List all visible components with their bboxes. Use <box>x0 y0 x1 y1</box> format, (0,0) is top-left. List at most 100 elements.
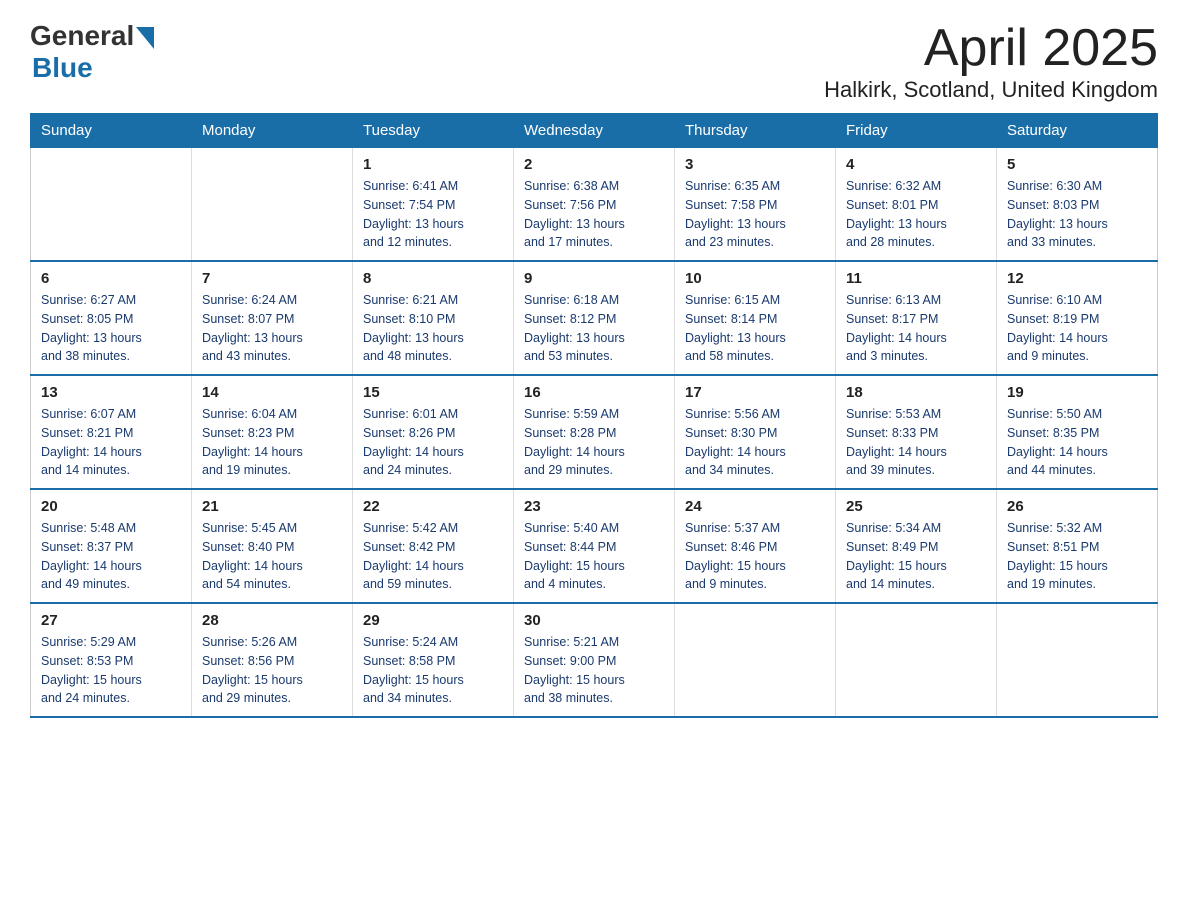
day-number: 30 <box>524 612 664 629</box>
day-number: 16 <box>524 384 664 401</box>
calendar-cell: 5 Sunrise: 6:30 AM Sunset: 8:03 PM Daylig… <box>997 148 1158 262</box>
calendar-cell: 6 Sunrise: 6:27 AM Sunset: 8:05 PM Daylig… <box>31 261 192 375</box>
calendar-cell: 11 Sunrise: 6:13 AM Sunset: 8:17 PM Dayli… <box>836 261 997 375</box>
calendar-cell: 27Sunrise: 5:29 AM Sunset: 8:53 PM Dayli… <box>31 603 192 717</box>
calendar-cell: 25 Sunrise: 5:34 AM Sunset: 8:49 PM Dayli… <box>836 489 997 603</box>
calendar-cell: 22Sunrise: 5:42 AM Sunset: 8:42 PM Dayli… <box>353 489 514 603</box>
calendar-cell: 24Sunrise: 5:37 AM Sunset: 8:46 PM Dayli… <box>675 489 836 603</box>
day-number: 15 <box>363 384 503 401</box>
day-number: 4 <box>846 156 986 173</box>
day-number: 11 <box>846 270 986 287</box>
day-number: 14 <box>202 384 342 401</box>
calendar-cell: 29Sunrise: 5:24 AM Sunset: 8:58 PM Dayli… <box>353 603 514 717</box>
day-number: 7 <box>202 270 342 287</box>
day-info: Sunrise: 5:56 AM Sunset: 8:30 PM Dayligh… <box>685 405 825 480</box>
header-monday: Monday <box>192 114 353 148</box>
day-info: Sunrise: 5:26 AM Sunset: 8:56 PM Dayligh… <box>202 633 342 708</box>
day-info: Sunrise: 6:32 AM Sunset: 8:01 PM Dayligh… <box>846 177 986 252</box>
day-info: Sunrise: 5:34 AM Sunset: 8:49 PM Dayligh… <box>846 519 986 594</box>
day-number: 9 <box>524 270 664 287</box>
day-info: Sunrise: 6:35 AM Sunset: 7:58 PM Dayligh… <box>685 177 825 252</box>
calendar-week-row: 6 Sunrise: 6:27 AM Sunset: 8:05 PM Daylig… <box>31 261 1158 375</box>
calendar-cell: 10 Sunrise: 6:15 AM Sunset: 8:14 PM Dayli… <box>675 261 836 375</box>
day-info: Sunrise: 5:32 AM Sunset: 8:51 PM Dayligh… <box>1007 519 1147 594</box>
calendar-subtitle: Halkirk, Scotland, United Kingdom <box>824 77 1158 103</box>
day-info: Sunrise: 6:04 AM Sunset: 8:23 PM Dayligh… <box>202 405 342 480</box>
calendar-cell: 13 Sunrise: 6:07 AM Sunset: 8:21 PM Dayli… <box>31 375 192 489</box>
calendar-cell: 16 Sunrise: 5:59 AM Sunset: 8:28 PM Dayli… <box>514 375 675 489</box>
day-number: 12 <box>1007 270 1147 287</box>
day-number: 20 <box>41 498 181 515</box>
day-info: Sunrise: 5:40 AM Sunset: 8:44 PM Dayligh… <box>524 519 664 594</box>
calendar-cell: 18 Sunrise: 5:53 AM Sunset: 8:33 PM Dayli… <box>836 375 997 489</box>
day-info: Sunrise: 6:41 AM Sunset: 7:54 PM Dayligh… <box>363 177 503 252</box>
calendar-cell: 7 Sunrise: 6:24 AM Sunset: 8:07 PM Daylig… <box>192 261 353 375</box>
day-number: 6 <box>41 270 181 287</box>
day-info: Sunrise: 6:30 AM Sunset: 8:03 PM Dayligh… <box>1007 177 1147 252</box>
calendar-cell: 9 Sunrise: 6:18 AM Sunset: 8:12 PM Daylig… <box>514 261 675 375</box>
calendar-cell: 4 Sunrise: 6:32 AM Sunset: 8:01 PM Daylig… <box>836 148 997 262</box>
day-number: 1 <box>363 156 503 173</box>
calendar-cell: 15 Sunrise: 6:01 AM Sunset: 8:26 PM Dayli… <box>353 375 514 489</box>
day-number: 17 <box>685 384 825 401</box>
day-info: Sunrise: 5:45 AM Sunset: 8:40 PM Dayligh… <box>202 519 342 594</box>
day-info: Sunrise: 6:13 AM Sunset: 8:17 PM Dayligh… <box>846 291 986 366</box>
calendar-cell: 2 Sunrise: 6:38 AM Sunset: 7:56 PM Daylig… <box>514 148 675 262</box>
calendar-cell: 3 Sunrise: 6:35 AM Sunset: 7:58 PM Daylig… <box>675 148 836 262</box>
day-info: Sunrise: 5:24 AM Sunset: 8:58 PM Dayligh… <box>363 633 503 708</box>
day-number: 5 <box>1007 156 1147 173</box>
calendar-cell: 20 Sunrise: 5:48 AM Sunset: 8:37 PM Dayli… <box>31 489 192 603</box>
day-number: 23 <box>524 498 664 515</box>
header-friday: Friday <box>836 114 997 148</box>
header-sunday: Sunday <box>31 114 192 148</box>
logo-arrow-icon <box>136 27 154 49</box>
calendar-cell: 8Sunrise: 6:21 AM Sunset: 8:10 PM Daylig… <box>353 261 514 375</box>
calendar-week-row: 13 Sunrise: 6:07 AM Sunset: 8:21 PM Dayli… <box>31 375 1158 489</box>
header-thursday: Thursday <box>675 114 836 148</box>
header-wednesday: Wednesday <box>514 114 675 148</box>
calendar-cell <box>31 148 192 262</box>
day-number: 21 <box>202 498 342 515</box>
day-number: 26 <box>1007 498 1147 515</box>
day-info: Sunrise: 5:48 AM Sunset: 8:37 PM Dayligh… <box>41 519 181 594</box>
calendar-cell: 19Sunrise: 5:50 AM Sunset: 8:35 PM Dayli… <box>997 375 1158 489</box>
day-info: Sunrise: 6:01 AM Sunset: 8:26 PM Dayligh… <box>363 405 503 480</box>
day-info: Sunrise: 6:38 AM Sunset: 7:56 PM Dayligh… <box>524 177 664 252</box>
calendar-cell: 30Sunrise: 5:21 AM Sunset: 9:00 PM Dayli… <box>514 603 675 717</box>
day-info: Sunrise: 6:24 AM Sunset: 8:07 PM Dayligh… <box>202 291 342 366</box>
calendar-cell: 26 Sunrise: 5:32 AM Sunset: 8:51 PM Dayli… <box>997 489 1158 603</box>
day-number: 28 <box>202 612 342 629</box>
day-number: 2 <box>524 156 664 173</box>
calendar-week-row: 1 Sunrise: 6:41 AM Sunset: 7:54 PM Daylig… <box>31 148 1158 262</box>
header-tuesday: Tuesday <box>353 114 514 148</box>
day-number: 25 <box>846 498 986 515</box>
day-number: 18 <box>846 384 986 401</box>
day-info: Sunrise: 5:53 AM Sunset: 8:33 PM Dayligh… <box>846 405 986 480</box>
day-info: Sunrise: 6:18 AM Sunset: 8:12 PM Dayligh… <box>524 291 664 366</box>
day-number: 10 <box>685 270 825 287</box>
calendar-header-row: Sunday Monday Tuesday Wednesday Thursday… <box>31 114 1158 148</box>
day-number: 13 <box>41 384 181 401</box>
header-saturday: Saturday <box>997 114 1158 148</box>
calendar-cell <box>997 603 1158 717</box>
day-info: Sunrise: 5:42 AM Sunset: 8:42 PM Dayligh… <box>363 519 503 594</box>
day-number: 19 <box>1007 384 1147 401</box>
calendar-cell: 17 Sunrise: 5:56 AM Sunset: 8:30 PM Dayli… <box>675 375 836 489</box>
calendar-cell: 14 Sunrise: 6:04 AM Sunset: 8:23 PM Dayli… <box>192 375 353 489</box>
logo: General Blue <box>30 20 154 84</box>
day-info: Sunrise: 5:59 AM Sunset: 8:28 PM Dayligh… <box>524 405 664 480</box>
logo-general-text: General <box>30 20 134 52</box>
day-number: 8 <box>363 270 503 287</box>
day-info: Sunrise: 5:29 AM Sunset: 8:53 PM Dayligh… <box>41 633 181 708</box>
day-info: Sunrise: 6:27 AM Sunset: 8:05 PM Dayligh… <box>41 291 181 366</box>
logo-blue-text: Blue <box>32 52 93 84</box>
day-number: 3 <box>685 156 825 173</box>
calendar-cell: 21 Sunrise: 5:45 AM Sunset: 8:40 PM Dayli… <box>192 489 353 603</box>
calendar-table: Sunday Monday Tuesday Wednesday Thursday… <box>30 113 1158 718</box>
calendar-week-row: 20 Sunrise: 5:48 AM Sunset: 8:37 PM Dayli… <box>31 489 1158 603</box>
day-info: Sunrise: 6:10 AM Sunset: 8:19 PM Dayligh… <box>1007 291 1147 366</box>
calendar-cell: 12 Sunrise: 6:10 AM Sunset: 8:19 PM Dayli… <box>997 261 1158 375</box>
day-info: Sunrise: 6:07 AM Sunset: 8:21 PM Dayligh… <box>41 405 181 480</box>
calendar-cell <box>192 148 353 262</box>
day-info: Sunrise: 6:15 AM Sunset: 8:14 PM Dayligh… <box>685 291 825 366</box>
